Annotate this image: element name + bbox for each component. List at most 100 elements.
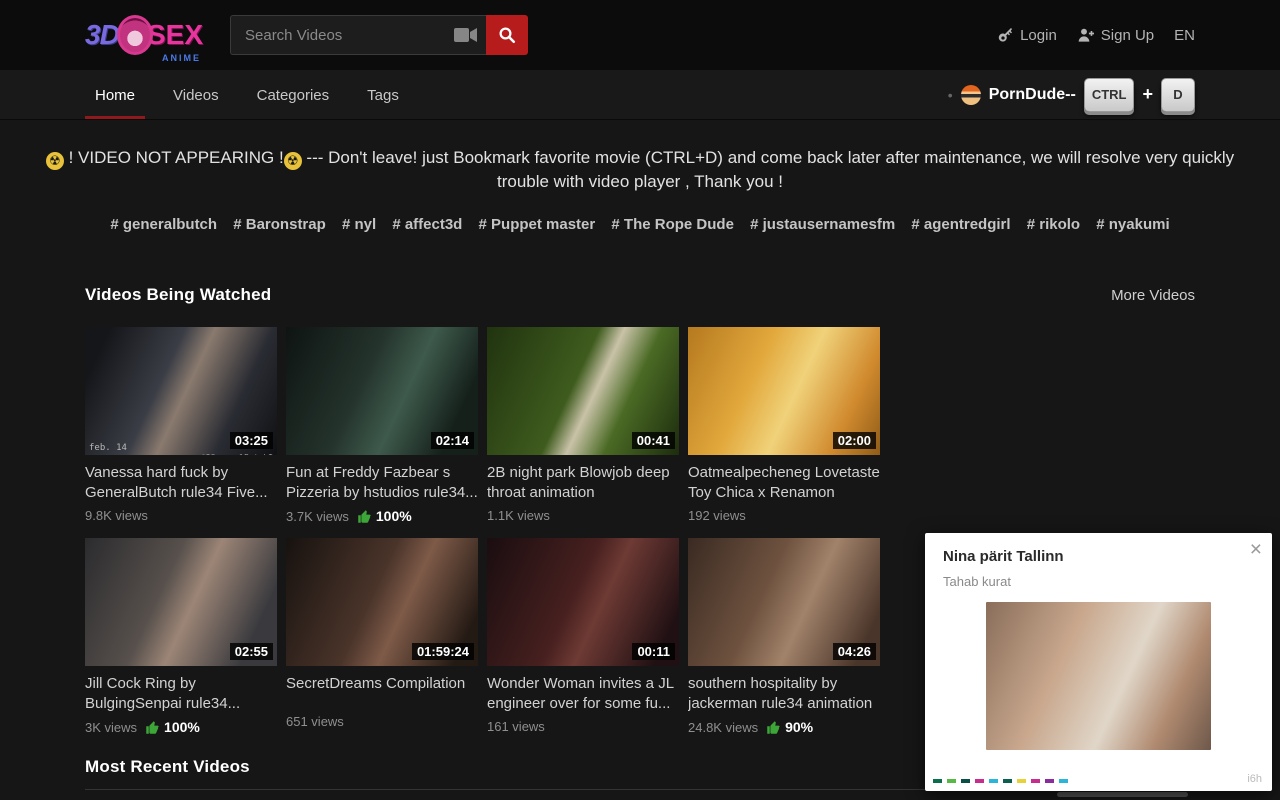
popup-badge: i6h	[1247, 773, 1262, 785]
logo-3d-text: 3D	[85, 19, 119, 51]
top-header: 3D SEX ANIME Login	[0, 0, 1280, 70]
view-count: 651 views	[286, 714, 344, 729]
signup-label: Sign Up	[1101, 27, 1154, 44]
section-title-watched: Videos Being Watched	[85, 285, 271, 305]
view-count: 3.7K views	[286, 509, 349, 524]
video-card[interactable]: 00:41 2B night park Blowjob deep throat …	[487, 327, 679, 524]
video-thumbnail[interactable]: 02:14	[286, 327, 478, 455]
ctrl-keycap[interactable]: CTRL	[1084, 78, 1135, 112]
view-count: 9.8K views	[85, 508, 148, 523]
tag-row: # generalbutch # Baronstrap # nyl # affe…	[0, 216, 1280, 233]
tag-link[interactable]: # nyakumi	[1096, 216, 1169, 233]
video-card[interactable]: feb. 14 03:25 @IGeneralButchI Vanessa ha…	[85, 327, 277, 524]
login-link[interactable]: Login	[998, 27, 1057, 44]
tag-link[interactable]: # Baronstrap	[233, 216, 326, 233]
tag-link[interactable]: # generalbutch	[110, 216, 217, 233]
video-card[interactable]: 01:59:24 SecretDreams Compilation 651 vi…	[286, 538, 478, 735]
video-duration: 02:14	[431, 432, 474, 449]
view-count: 3K views	[85, 720, 137, 735]
video-thumbnail[interactable]: 01:59:24	[286, 538, 478, 666]
popup-ad-image[interactable]	[986, 602, 1211, 750]
video-thumbnail[interactable]: feb. 14 03:25 @IGeneralButchI	[85, 327, 277, 455]
rating-badge: 90%	[766, 719, 813, 735]
view-count: 161 views	[487, 719, 545, 734]
video-camera-icon	[454, 27, 478, 43]
tag-link[interactable]: # rikolo	[1027, 216, 1080, 233]
login-label: Login	[1020, 27, 1057, 44]
video-duration: 01:59:24	[412, 643, 474, 660]
search-input[interactable]	[230, 15, 488, 55]
main-nav: Home Videos Categories Tags • PornDude--…	[0, 70, 1280, 120]
video-card[interactable]: 02:00 Oatmealpecheneg Lovetaste Toy Chic…	[688, 327, 880, 524]
video-title[interactable]: Vanessa hard fuck by GeneralButch rule34…	[85, 463, 277, 503]
video-title[interactable]: Jill Cock Ring by BulgingSenpai rule34..…	[85, 674, 277, 714]
key-icon	[998, 27, 1014, 43]
search-button[interactable]	[486, 15, 528, 55]
porndude-label: PornDude--	[989, 86, 1076, 104]
thumbs-up-icon	[766, 720, 781, 735]
d-keycap[interactable]: D	[1161, 78, 1195, 112]
tag-link[interactable]: # agentredgirl	[911, 216, 1010, 233]
view-count: 1.1K views	[487, 508, 550, 523]
nav-item-videos[interactable]: Videos	[163, 71, 229, 119]
user-plus-icon	[1077, 27, 1095, 43]
rating-badge: 100%	[145, 719, 200, 735]
video-thumbnail[interactable]: 00:11	[487, 538, 679, 666]
site-logo[interactable]: 3D SEX ANIME	[85, 9, 203, 61]
popup-color-dashes	[933, 779, 1068, 783]
video-thumbnail[interactable]: 02:00	[688, 327, 880, 455]
video-duration: 00:11	[632, 643, 675, 660]
view-count: 192 views	[688, 508, 746, 523]
video-duration: 00:41	[632, 432, 675, 449]
notice-headline: ! VIDEO NOT APPEARING !	[69, 148, 284, 167]
horizontal-scrollbar-thumb[interactable]	[1057, 792, 1188, 797]
video-title[interactable]: southern hospitality by jackerman rule34…	[688, 674, 880, 714]
tag-link[interactable]: # justausernamesfm	[750, 216, 895, 233]
thumb-overlay-date: feb. 14	[89, 443, 127, 453]
nav-item-home[interactable]: Home	[85, 71, 145, 119]
video-duration: 02:00	[833, 432, 876, 449]
video-title[interactable]: Oatmealpecheneg Lovetaste Toy Chica x Re…	[688, 463, 880, 503]
video-title[interactable]: 2B night park Blowjob deep throat animat…	[487, 463, 679, 503]
video-title[interactable]: SecretDreams Compilation	[286, 674, 478, 694]
popup-subtitle: Tahab kurat	[925, 565, 1272, 589]
porndude-promo[interactable]: • PornDude-- CTRL + D	[948, 78, 1195, 112]
logo-sex-text: SEX	[147, 19, 203, 51]
video-title[interactable]: Wonder Woman invites a JL engineer over …	[487, 674, 679, 714]
nav-item-tags[interactable]: Tags	[357, 71, 409, 119]
rating-badge: 100%	[357, 508, 412, 524]
radioactive-icon: ☢	[46, 152, 64, 170]
plus-sign: +	[1142, 84, 1153, 105]
video-card[interactable]: 00:11 Wonder Woman invites a JL engineer…	[487, 538, 679, 735]
maintenance-notice: ☢ ! VIDEO NOT APPEARING !☢ --- Don't lea…	[0, 120, 1280, 194]
video-card[interactable]: 04:26 southern hospitality by jackerman …	[688, 538, 880, 735]
logo-emblem-icon	[117, 15, 153, 55]
popup-close-icon[interactable]: ×	[1250, 540, 1262, 560]
video-card[interactable]: 02:55 Jill Cock Ring by BulgingSenpai ru…	[85, 538, 277, 735]
view-count: 24.8K views	[688, 720, 758, 735]
video-card[interactable]: 02:14 Fun at Freddy Fazbear s Pizzeria b…	[286, 327, 478, 524]
tag-link[interactable]: # nyl	[342, 216, 376, 233]
porndude-face-icon	[961, 85, 981, 105]
video-duration: 03:25	[230, 432, 273, 449]
tag-link[interactable]: # The Rope Dude	[611, 216, 734, 233]
video-thumbnail[interactable]: 04:26	[688, 538, 880, 666]
section-title-recent: Most Recent Videos	[85, 757, 250, 777]
video-title[interactable]: Fun at Freddy Fazbear s Pizzeria by hstu…	[286, 463, 478, 503]
thumbs-up-icon	[145, 720, 160, 735]
language-selector[interactable]: EN	[1174, 27, 1195, 44]
search-icon	[498, 26, 516, 44]
thumbs-up-icon	[357, 509, 372, 524]
video-thumbnail[interactable]: 00:41	[487, 327, 679, 455]
tag-link[interactable]: # Puppet master	[479, 216, 596, 233]
signup-link[interactable]: Sign Up	[1077, 27, 1154, 44]
header-actions: Login Sign Up EN	[998, 27, 1195, 44]
promo-bullet: •	[948, 87, 953, 103]
video-thumbnail[interactable]: 02:55	[85, 538, 277, 666]
logo-anime-text: ANIME	[162, 53, 201, 63]
nav-item-categories[interactable]: Categories	[247, 71, 340, 119]
tag-link[interactable]: # affect3d	[392, 216, 462, 233]
video-duration: 02:55	[230, 643, 273, 660]
ad-popup: × Nina pärit Tallinn Tahab kurat i6h	[925, 533, 1272, 791]
more-videos-link[interactable]: More Videos	[1111, 287, 1195, 304]
